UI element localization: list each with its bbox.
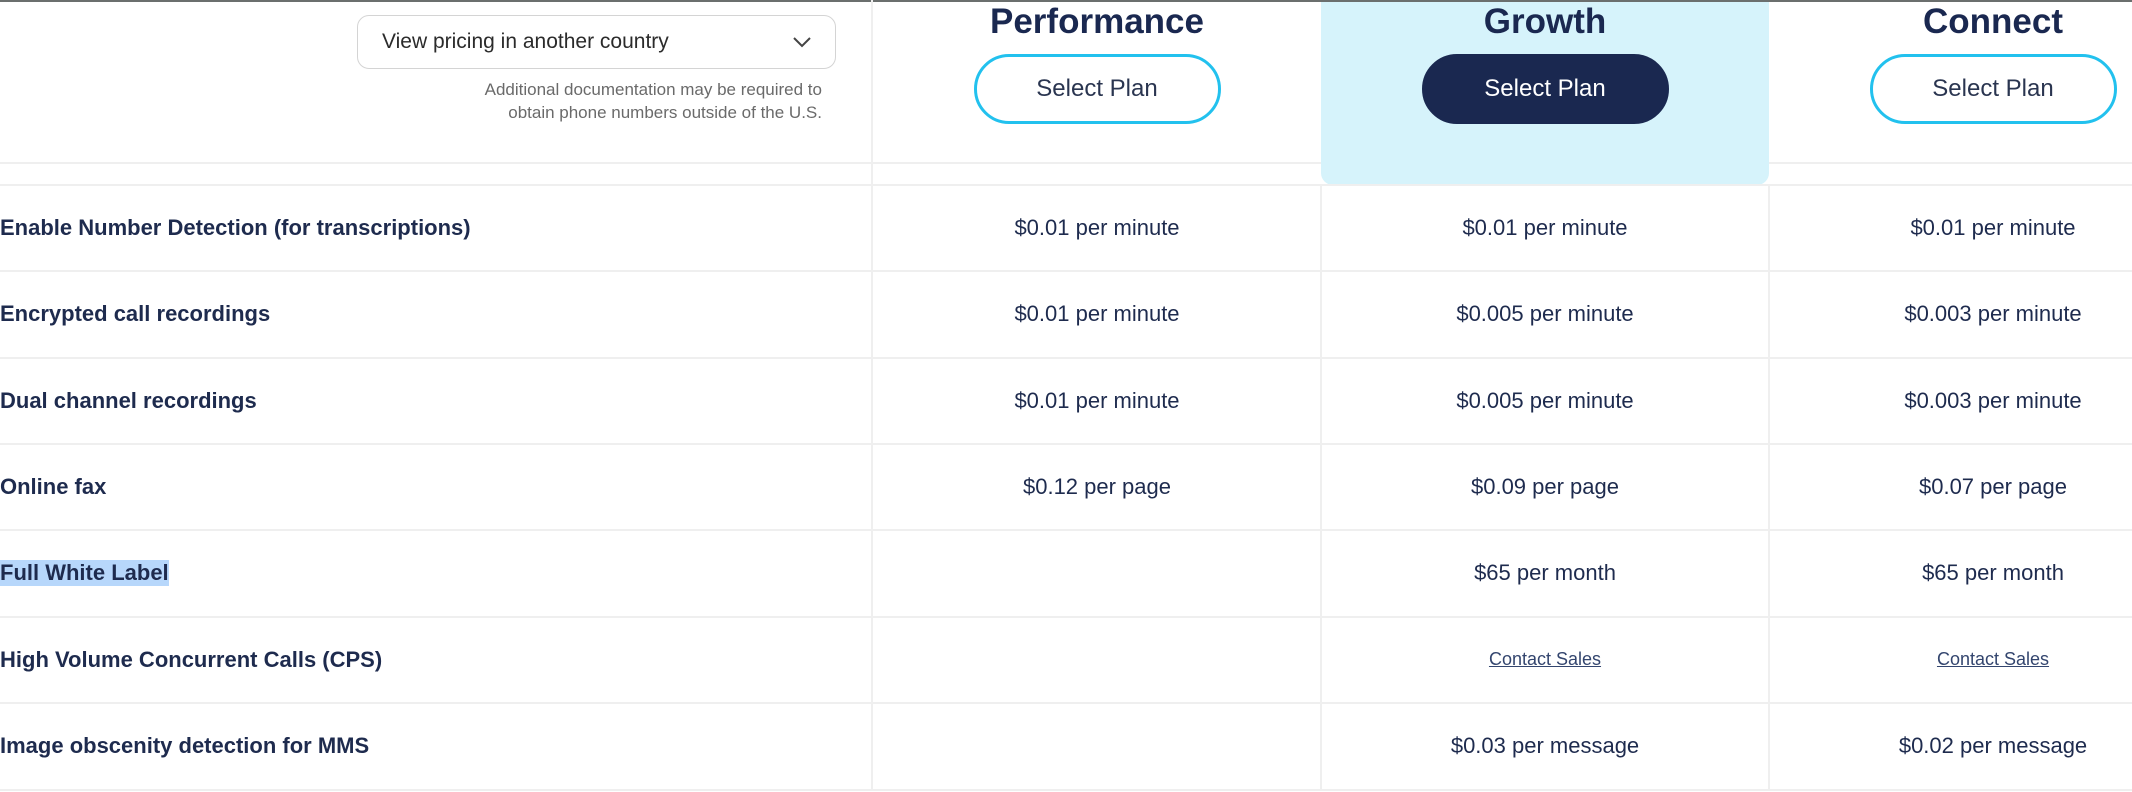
price-cell-performance <box>873 530 1321 616</box>
select-plan-growth-button[interactable]: Select Plan <box>1421 54 1669 124</box>
chevron-down-icon <box>793 37 811 48</box>
contact-sales-link[interactable]: Contact Sales <box>1489 649 1601 670</box>
price-value: $0.01 per minute <box>1014 215 1180 240</box>
feature-name: Dual channel recordings <box>0 387 257 413</box>
select-plan-performance-button[interactable]: Select Plan <box>973 54 1221 124</box>
price-cell-growth: Contact Sales <box>1321 617 1769 703</box>
table-row: Enable Number Detection (for transcripti… <box>0 185 2132 271</box>
price-cell-growth: $0.09 per page <box>1321 444 1769 530</box>
select-plan-connect-button[interactable]: Select Plan <box>1869 54 2117 124</box>
note-line-2: obtain phone numbers outside of the U.S. <box>508 103 822 122</box>
plan-header-performance: Performance Select Plan <box>873 0 1321 163</box>
price-cell-connect: $0.07 per page <box>1769 444 2132 530</box>
feature-name: High Volume Concurrent Calls (CPS) <box>0 646 383 672</box>
price-cell-connect: $65 per month <box>1769 530 2132 616</box>
note-line-1: Additional documentation may be required… <box>484 80 822 99</box>
price-cell-growth: $65 per month <box>1321 530 1769 616</box>
price-cell-growth: $0.03 per message <box>1321 703 1769 789</box>
price-cell-performance <box>873 617 1321 703</box>
price-value: $0.01 per minute <box>1910 215 2076 240</box>
price-value: $65 per month <box>1922 560 2064 586</box>
country-dropdown-label: View pricing in another country <box>382 30 669 53</box>
price-value: $0.005 per minute <box>1456 301 1634 327</box>
feature-label: High Volume Concurrent Calls (CPS) <box>0 617 382 703</box>
row-divider <box>0 789 2132 791</box>
price-cell-connect: $0.003 per minute <box>1769 271 2132 357</box>
price-cell-connect: Contact Sales <box>1769 617 2132 703</box>
price-cell-performance: $0.01 per minute <box>873 271 1321 357</box>
plan-title: Growth <box>1483 2 1607 41</box>
price-cell-performance: $0.01 per minute <box>873 185 1321 271</box>
divider <box>0 162 1321 164</box>
plan-title: Performance <box>990 2 1204 41</box>
plan-header-connect: Connect Select Plan <box>1769 0 2132 163</box>
feature-name: Image obscenity detection for MMS <box>0 732 370 758</box>
plan-header-growth: Growth Select Plan <box>1321 0 1769 163</box>
price-cell-growth: $0.01 per minute <box>1321 185 1769 271</box>
price-value: $0.07 per page <box>1918 473 2068 499</box>
price-value: $0.02 per message <box>1898 732 2088 758</box>
feature-label: Encrypted call recordings <box>0 271 270 357</box>
table-row: Online fax $0.12 per page $0.09 per page $0… <box>0 444 2132 530</box>
contact-sales-link[interactable]: Contact Sales <box>1937 649 2049 670</box>
feature-name: Full White Label <box>0 560 169 587</box>
price-value: $0.005 per minute <box>1456 387 1634 413</box>
divider <box>1769 162 2132 164</box>
feature-name: Encrypted call recordings <box>0 301 271 327</box>
price-value: $65 per month <box>1474 560 1616 586</box>
table-row: Image obscenity detection for MMS $0.03 p… <box>0 703 2132 789</box>
price-value: $0.01 per minute <box>1014 301 1180 327</box>
feature-label: Image obscenity detection for MMS <box>0 703 369 789</box>
table-row: High Volume Concurrent Calls (CPS) Contac… <box>0 617 2132 703</box>
plan-title: Connect <box>1923 2 2063 41</box>
price-cell-connect: $0.01 per minute <box>1769 185 2132 271</box>
price-cell-growth: $0.005 per minute <box>1321 271 1769 357</box>
price-cell-performance: $0.01 per minute <box>873 358 1321 444</box>
price-value: $0.03 per message <box>1450 732 1640 758</box>
table-row: Dual channel recordings $0.01 per minute $… <box>0 358 2132 444</box>
documentation-note: Additional documentation may be required… <box>357 78 822 124</box>
price-value: $0.09 per page <box>1470 473 1620 499</box>
price-value: $0.003 per minute <box>1904 301 2082 327</box>
price-cell-connect: $0.02 per message <box>1769 703 2132 789</box>
feature-label: Dual channel recordings <box>0 358 257 444</box>
price-cell-growth: $0.005 per minute <box>1321 358 1769 444</box>
price-cell-connect: $0.003 per minute <box>1769 358 2132 444</box>
price-value: $0.01 per minute <box>1014 387 1180 413</box>
price-value: $0.12 per page <box>1022 473 1172 499</box>
price-value: $0.003 per minute <box>1904 387 2082 413</box>
feature-label: Online fax <box>0 444 106 530</box>
table-row: Full White Label $65 per month $65 per mon… <box>0 530 2132 616</box>
feature-label: Full White Label <box>0 530 169 616</box>
price-cell-performance <box>873 703 1321 789</box>
feature-name: Enable Number Detection (for transcripti… <box>0 215 471 240</box>
feature-name: Online fax <box>0 473 107 499</box>
table-row: Encrypted call recordings $0.01 per minut… <box>0 271 2132 357</box>
feature-label: Enable Number Detection (for transcripti… <box>0 185 471 271</box>
country-pricing-dropdown[interactable]: View pricing in another country <box>357 15 836 69</box>
price-value: $0.01 per minute <box>1462 215 1628 240</box>
price-cell-performance: $0.12 per page <box>873 444 1321 530</box>
